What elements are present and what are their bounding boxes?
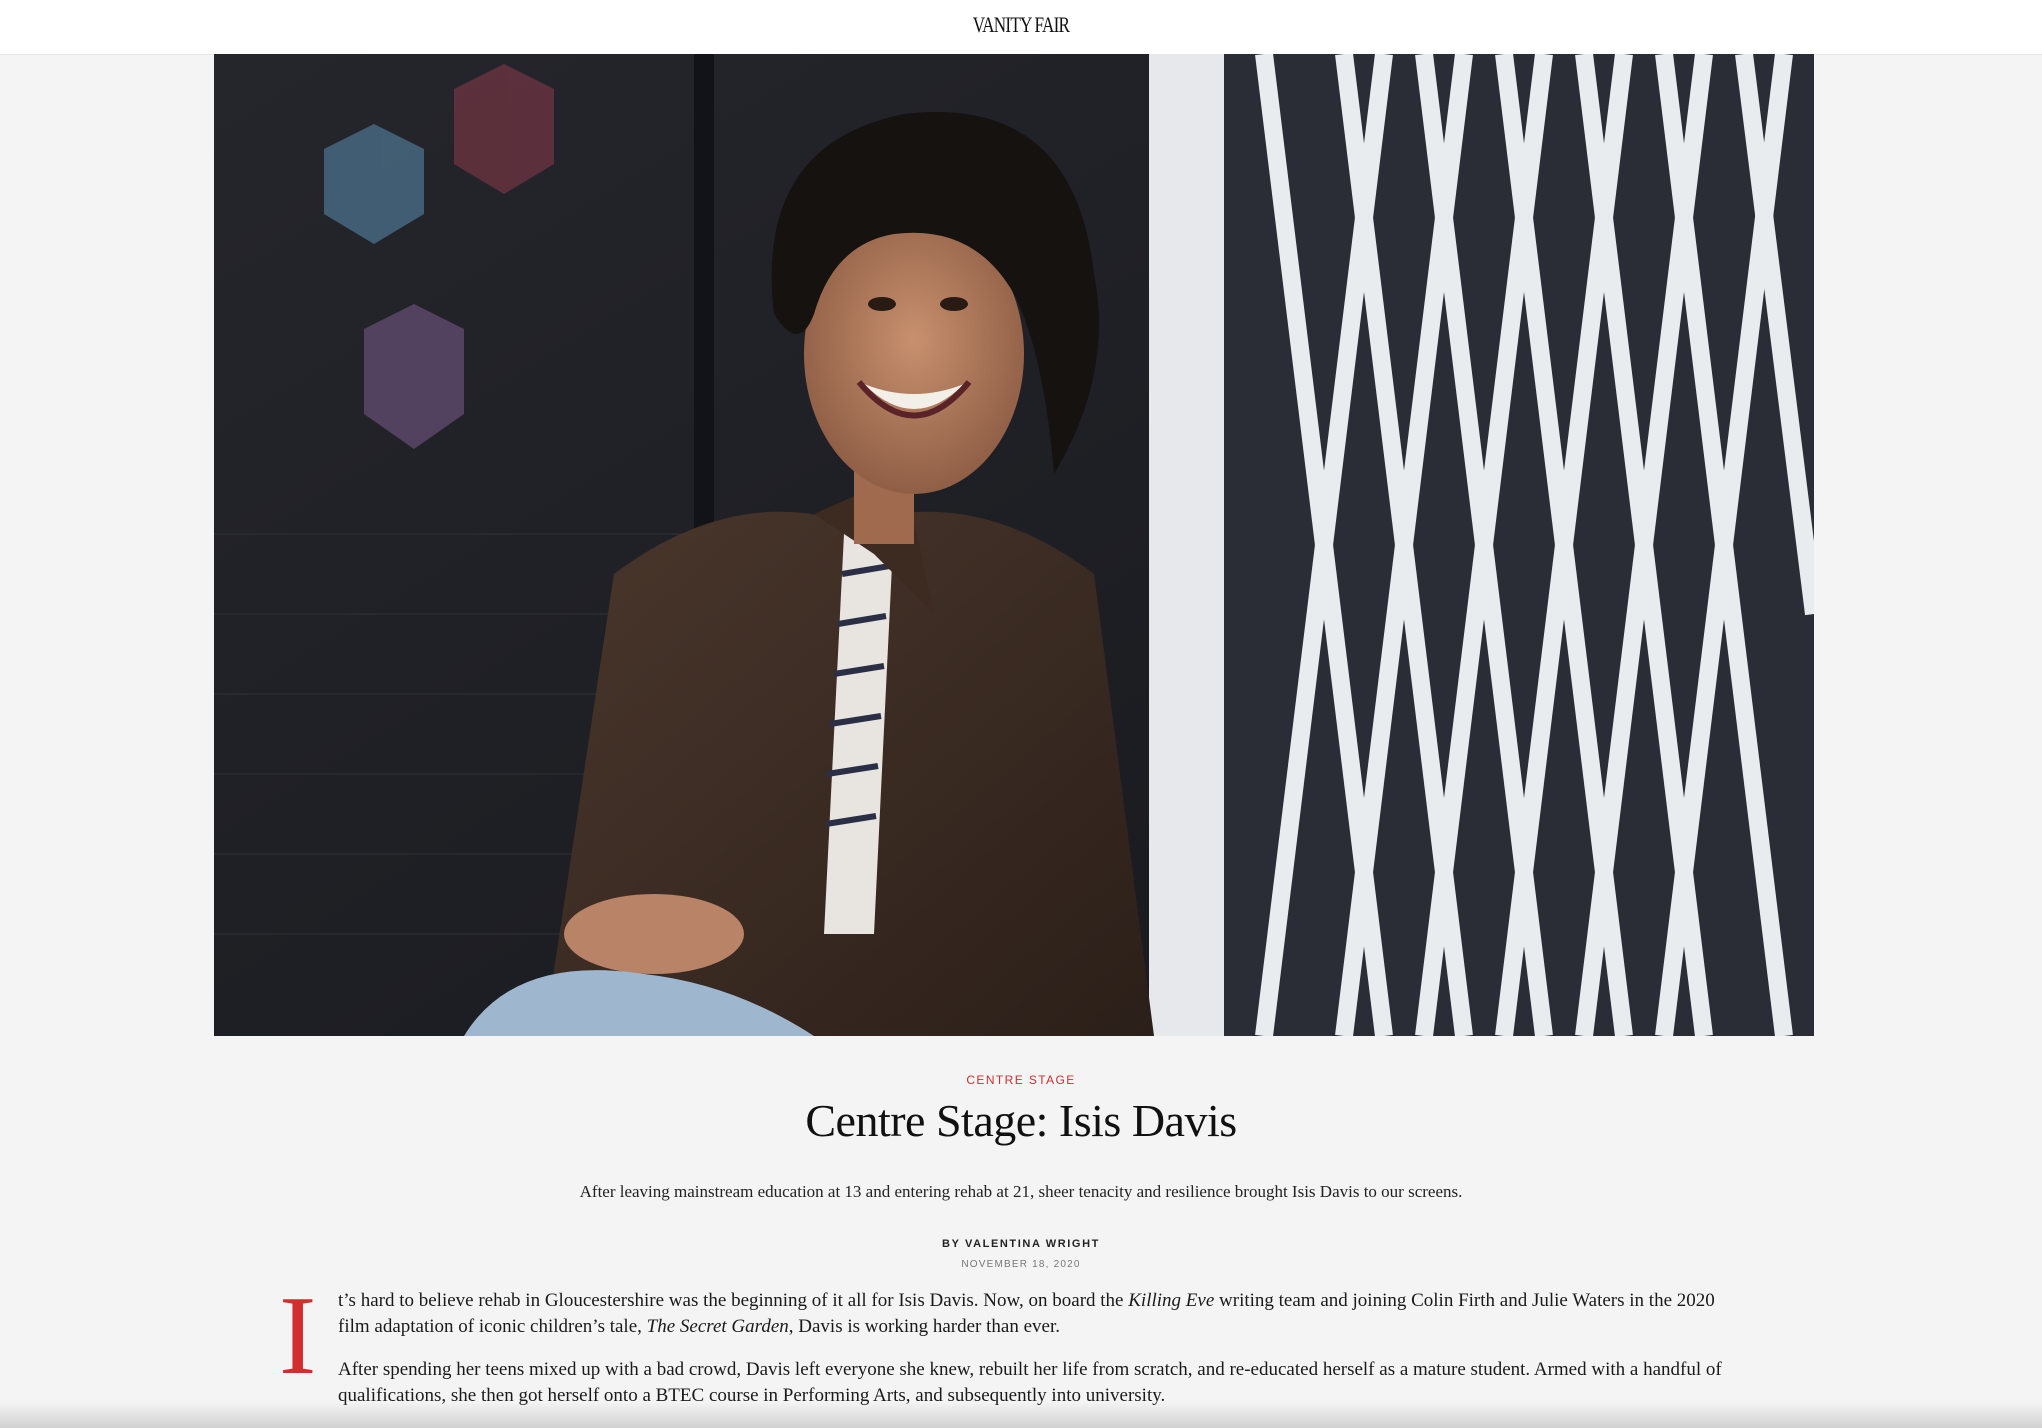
article-headline: Centre Stage: Isis Davis [805,1095,1237,1146]
show-title-italic: Killing Eve [1128,1290,1215,1311]
drop-cap: I [279,1274,317,1398]
site-logo[interactable]: VANITY FAIR [225,12,1818,38]
hero-image [214,54,1814,1036]
article-byline[interactable]: BY VALENTINA WRIGHT [0,1238,2042,1250]
paragraph-1: t’s hard to believe rehab in Gloucesters… [338,1288,1738,1340]
publish-date: NOVEMBER 18, 2020 [961,1259,1081,1270]
film-title-italic: The Secret Garden [646,1316,789,1337]
bottom-fade [0,1402,2042,1428]
paragraph-1-text-a: t’s hard to believe rehab in Gloucesters… [338,1290,1129,1311]
section-kicker[interactable]: CENTRE STAGE [0,1073,2042,1087]
paragraph-1-text-c: , Davis is working harder than ever. [788,1316,1060,1337]
top-navigation-bar: VANITY FAIR [0,0,2042,55]
portrait-photo-icon [214,54,1814,1036]
article-dek: After leaving mainstream education at 13… [579,1182,1463,1201]
